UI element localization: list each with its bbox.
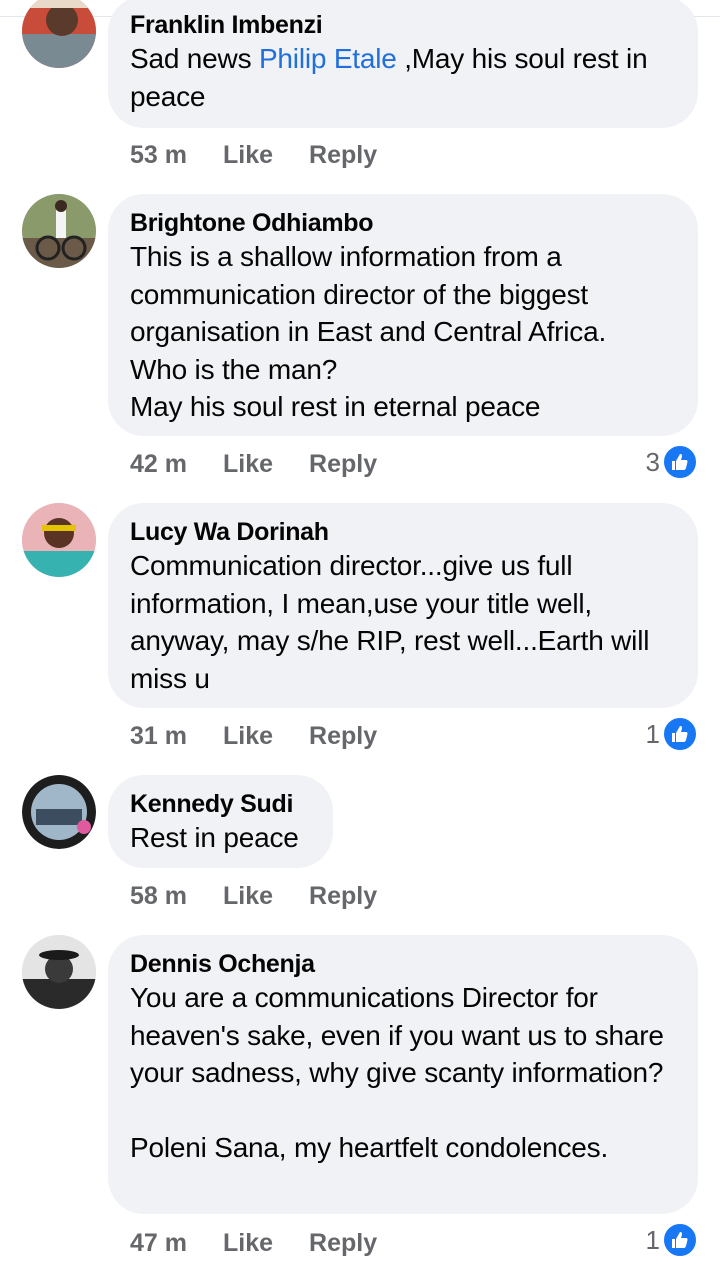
like-button[interactable]: Like xyxy=(223,1229,273,1258)
reply-button[interactable]: Reply xyxy=(309,1229,377,1258)
like-button[interactable]: Like xyxy=(223,882,273,911)
comment-bubble[interactable]: Dennis Ochenja You are a communications … xyxy=(108,935,698,1214)
avatar[interactable] xyxy=(22,775,96,849)
reaction-summary[interactable]: 1 xyxy=(646,714,698,754)
avatar[interactable] xyxy=(22,935,96,1009)
like-button[interactable]: Like xyxy=(223,141,273,170)
comment-bubble[interactable]: Franklin Imbenzi Sad news Philip Etale ,… xyxy=(108,0,698,128)
avatar[interactable] xyxy=(22,0,96,68)
comment-text: This is a shallow information from a com… xyxy=(130,241,607,422)
avatar[interactable] xyxy=(22,194,96,268)
comment-text: Rest in peace xyxy=(130,822,299,853)
comment-actions: 47 m Like Reply xyxy=(130,1223,413,1263)
comment-time[interactable]: 42 m xyxy=(130,450,187,479)
comment-author[interactable]: Kennedy Sudi xyxy=(130,789,311,819)
comment-time[interactable]: 58 m xyxy=(130,882,187,911)
comment-actions: 42 m Like Reply xyxy=(130,444,413,484)
reply-button[interactable]: Reply xyxy=(309,141,377,170)
comment-text: Sad news Philip Etale ,May his soul rest… xyxy=(130,40,676,115)
comment-time[interactable]: 47 m xyxy=(130,1229,187,1258)
reply-button[interactable]: Reply xyxy=(309,450,377,479)
comment-author[interactable]: Dennis Ochenja xyxy=(130,949,676,979)
comment-bubble[interactable]: Brightone Odhiambo This is a shallow inf… xyxy=(108,194,698,436)
comment-time[interactable]: 31 m xyxy=(130,722,187,751)
reply-button[interactable]: Reply xyxy=(309,882,377,911)
comment-bubble[interactable]: Kennedy Sudi Rest in peace xyxy=(108,775,333,868)
comment-actions: 53 m Like Reply xyxy=(130,135,413,175)
comment-text: You are a communications Director for he… xyxy=(130,982,664,1163)
comment-bubble[interactable]: Lucy Wa Dorinah Communication director..… xyxy=(108,503,698,708)
reaction-count: 3 xyxy=(645,446,660,477)
avatar[interactable] xyxy=(22,503,96,577)
comment-time[interactable]: 53 m xyxy=(130,141,187,170)
reaction-count: 1 xyxy=(645,1224,660,1255)
comment-actions: 58 m Like Reply xyxy=(130,876,413,916)
reply-button[interactable]: Reply xyxy=(309,722,377,751)
comment-text-start: Sad news xyxy=(130,43,259,74)
thumbs-up-icon xyxy=(662,444,698,480)
like-button[interactable]: Like xyxy=(223,450,273,479)
reaction-summary[interactable]: 1 xyxy=(646,1220,698,1260)
comment-author[interactable]: Franklin Imbenzi xyxy=(130,10,676,40)
thumbs-up-icon xyxy=(662,1222,698,1258)
mention-link[interactable]: Philip Etale xyxy=(259,43,397,74)
reaction-summary[interactable]: 3 xyxy=(646,442,698,482)
like-button[interactable]: Like xyxy=(223,722,273,751)
reaction-count: 1 xyxy=(645,718,660,749)
comment-author[interactable]: Lucy Wa Dorinah xyxy=(130,517,676,547)
thumbs-up-icon xyxy=(662,716,698,752)
comment-actions: 31 m Like Reply xyxy=(130,716,413,756)
comment-text: Communication director...give us full in… xyxy=(130,550,657,694)
comment-author[interactable]: Brightone Odhiambo xyxy=(130,208,676,238)
